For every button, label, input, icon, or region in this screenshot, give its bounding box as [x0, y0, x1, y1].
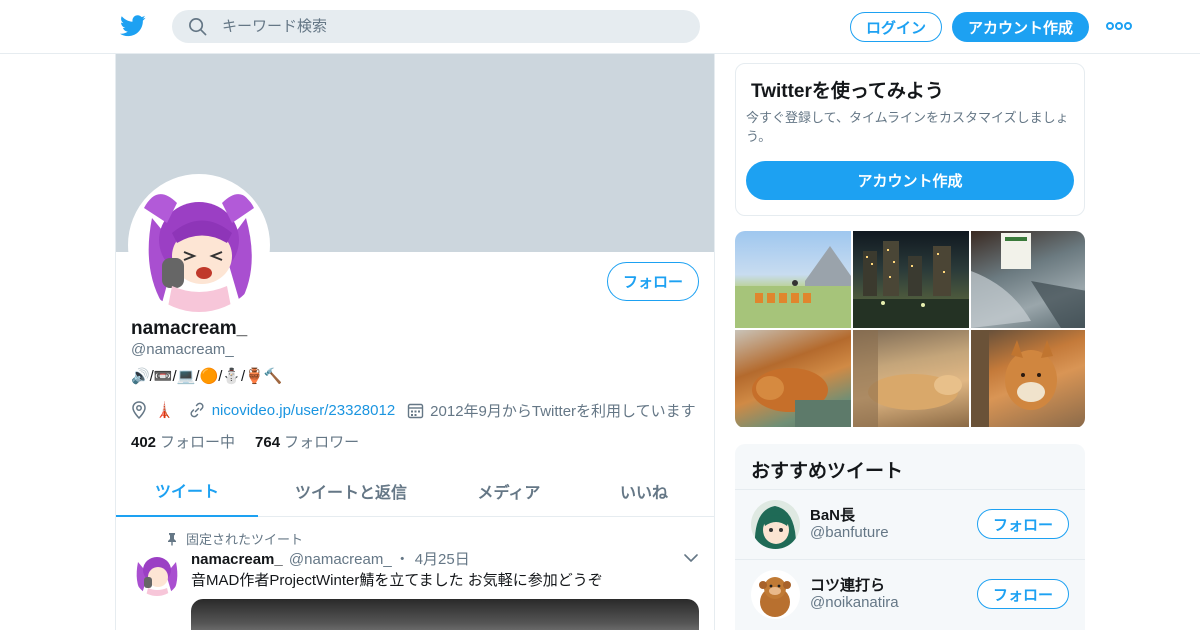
signup-card-description: 今すぐ登録して、タイムラインをカスタマイズしましょう。: [746, 110, 1069, 144]
reco-avatar-1-art: [751, 500, 800, 549]
photo-4-art: [752, 368, 851, 427]
tweet-date[interactable]: 4月25日: [415, 551, 470, 568]
more-options-icon[interactable]: [1106, 18, 1132, 34]
link-icon: [190, 402, 204, 418]
twitter-bird-icon[interactable]: [120, 14, 146, 38]
tab-likes[interactable]: いいね: [574, 464, 714, 517]
photo-thumbnail[interactable]: [735, 231, 851, 328]
signup-button[interactable]: アカウント作成: [952, 12, 1089, 42]
follow-counts: 402 フォロー中 764 フォロワー: [131, 431, 359, 452]
profile-url-link[interactable]: nicovideo.jp/user/23328012: [212, 402, 395, 419]
profile-meta: 🗼 nicovideo.jp/user/23328012 2012年9月からTw…: [131, 399, 696, 421]
photo-thumbnail[interactable]: [853, 330, 969, 427]
profile-display-name[interactable]: namacream_: [131, 318, 247, 340]
recommended-title: おすすめツイート: [751, 461, 904, 482]
recommended-user-item[interactable]: コツ連打ら @noikanatira フォロー: [735, 559, 1085, 629]
follow-button[interactable]: フォロー: [977, 509, 1069, 539]
following-label: フォロー中: [160, 434, 236, 451]
profile-tabs: ツイート ツイートと返信 メディア いいね: [116, 464, 714, 517]
tab-tweets[interactable]: ツイート: [116, 464, 258, 517]
tweet-text: 音MAD作者ProjectWinter鯖を立てました お気軽に参加どうぞ: [191, 572, 603, 589]
tweet-author-avatar[interactable]: [134, 550, 180, 596]
search-input[interactable]: [222, 10, 682, 43]
search-box[interactable]: [172, 10, 700, 43]
tab-media[interactable]: メディア: [444, 464, 574, 517]
pin-icon: [168, 532, 176, 545]
photo-thumbnail[interactable]: [853, 231, 969, 328]
photo-1-art: [735, 246, 851, 328]
calendar-icon: [407, 403, 424, 418]
follow-button[interactable]: フォロー: [607, 262, 699, 301]
chevron-down-icon[interactable]: [684, 553, 698, 563]
tab-tweets-and-replies[interactable]: ツイートと返信: [258, 464, 444, 517]
photo-6-art: [971, 330, 1057, 427]
following-link[interactable]: 402 フォロー中: [131, 434, 235, 451]
recommended-user-name[interactable]: コツ連打ら: [810, 574, 885, 595]
reco-avatar-2-art: [751, 570, 800, 619]
photo-2-art: [853, 241, 969, 328]
location-icon: [132, 401, 146, 419]
photo-5-art: [853, 330, 962, 427]
login-button[interactable]: ログイン: [850, 12, 942, 42]
avatar[interactable]: [751, 500, 800, 549]
profile-avatar[interactable]: [128, 174, 270, 316]
follow-button[interactable]: フォロー: [977, 579, 1069, 609]
tweet-header: namacream_ @namacream_ ・ 4月25日: [191, 548, 470, 569]
profile-column: フォロー namacream_ @namacream_ 🔊/📼/💻/🟠/⛄/🏺🔨…: [115, 54, 715, 630]
avatar-illustration: [132, 178, 266, 312]
pinned-label-text: 固定されたツイート: [186, 532, 304, 547]
photo-3-art: [971, 233, 1085, 328]
top-navigation-bar: ログイン アカウント作成: [0, 0, 1200, 54]
tweet-author-name[interactable]: namacream_: [191, 551, 283, 568]
signup-card-title: Twitterを使ってみよう: [751, 81, 944, 102]
search-icon: [189, 18, 207, 36]
followers-count: 764: [255, 434, 281, 451]
tweet-avatar-illustration: [134, 550, 180, 596]
avatar[interactable]: [751, 570, 800, 619]
tweet-separator: ・: [394, 551, 410, 568]
recommended-user-name[interactable]: BaN長: [810, 504, 855, 525]
tweet-media[interactable]: [191, 599, 699, 630]
photo-thumbnail[interactable]: [971, 330, 1085, 427]
recommended-user-screen-name[interactable]: @banfuture: [810, 524, 889, 541]
recommended-user-screen-name[interactable]: @noikanatira: [810, 594, 899, 611]
signup-card: Twitterを使ってみよう 今すぐ登録して、タイムラインをカスタマイズしましょ…: [735, 63, 1085, 216]
pinned-tweet-label: 固定されたツイート: [166, 529, 303, 548]
tweet-author-screen-name[interactable]: @namacream_: [289, 551, 392, 568]
photo-thumbnail[interactable]: [735, 330, 851, 427]
photo-grid: [735, 231, 1085, 428]
profile-screen-name[interactable]: @namacream_: [131, 341, 234, 358]
followers-link[interactable]: 764 フォロワー: [255, 434, 359, 451]
following-count: 402: [131, 434, 157, 451]
joined-date: 2012年9月からTwitterを利用しています: [430, 402, 696, 420]
followers-label: フォロワー: [284, 434, 360, 451]
recommended-user-item[interactable]: BaN長 @banfuture フォロー: [735, 489, 1085, 559]
signup-card-button[interactable]: アカウント作成: [746, 161, 1074, 200]
photo-thumbnail[interactable]: [971, 231, 1085, 328]
recommended-tweets-panel: おすすめツイート BaN長 @banfuture フォロー コツ連打ら @noi…: [735, 444, 1085, 630]
location-text: 🗼: [155, 402, 174, 419]
profile-bio: 🔊/📼/💻/🟠/⛄/🏺🔨: [131, 368, 283, 385]
